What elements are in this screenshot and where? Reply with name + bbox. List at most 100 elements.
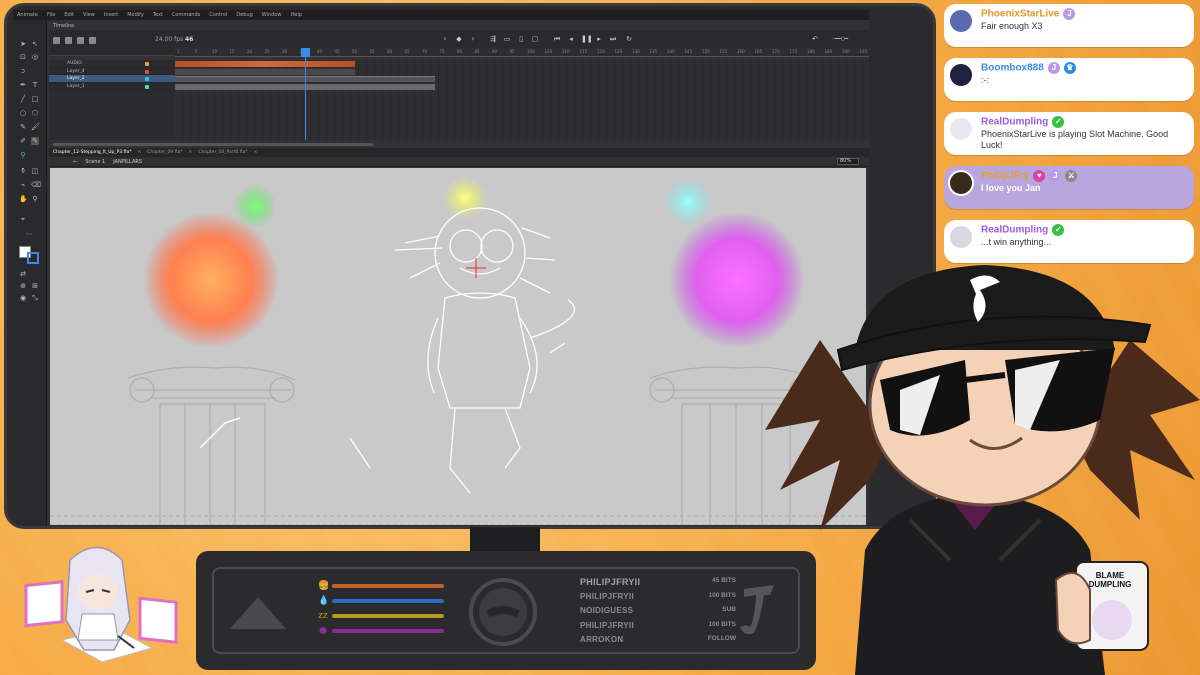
layer-row[interactable]: AUDIO (49, 60, 175, 68)
playhead-line[interactable] (305, 48, 306, 140)
avatar (948, 8, 974, 34)
event-name: PHILIPJFRYII (580, 577, 641, 587)
chat-username: Boombox888 J ♛ (981, 62, 1076, 74)
chat-username-text: Boombox888 (981, 62, 1044, 74)
chat-username-text: PhoenixStarLive (981, 8, 1060, 20)
menu-item[interactable]: View (83, 12, 95, 18)
add-keyframe-icon[interactable]: ◆ (455, 35, 463, 43)
document-tab[interactable]: Chapter_12-Stepping_It_Up_P3.fla* (53, 150, 132, 155)
bone-tool-icon[interactable]: ⚲ (19, 151, 27, 159)
eraser-tool-icon[interactable]: ⌫ (31, 181, 41, 189)
insert-frame-icon[interactable]: ▭ (503, 35, 511, 43)
straighten-icon[interactable]: ⤡ (31, 294, 39, 302)
swap-colors-icon[interactable]: ⇄ (19, 270, 27, 278)
ruler-tick-label: 145 (684, 49, 693, 54)
menu-item[interactable]: Commands (172, 12, 200, 18)
3d-rotation-tool-icon[interactable]: ◎ (31, 53, 39, 61)
menu-item[interactable]: Window (262, 12, 282, 18)
zoom-tool-icon[interactable]: ⚲ (31, 195, 39, 203)
insert-blank-icon[interactable]: ▯ (517, 35, 525, 43)
document-tab[interactable]: Chapter_10_Part6.fla* (198, 150, 247, 155)
camera-tool-icon[interactable]: ⌖ (19, 215, 27, 223)
brush-active-tool-icon[interactable]: ✎ (31, 137, 39, 145)
paintbrush-tool-icon[interactable]: ✐ (19, 137, 27, 145)
layer-row[interactable]: Layer_2 (49, 75, 175, 83)
timeline-ruler[interactable]: 1510152025303540455055606570758085909510… (175, 48, 869, 57)
subselection-tool-icon[interactable]: ↖ (31, 40, 39, 48)
playhead-handle[interactable] (301, 48, 310, 57)
menu-item[interactable]: Text (153, 12, 163, 18)
ruler-tick-label: 60 (387, 49, 393, 54)
oval-tool-icon[interactable]: ○ (19, 109, 27, 117)
menu-item[interactable]: File (47, 12, 55, 18)
step-forward-icon[interactable]: ▸ (595, 35, 603, 43)
scene-bar: ← Scene 1 JANPILLARS 80% (49, 157, 869, 167)
delete-frame-icon[interactable]: ▢ (531, 35, 539, 43)
layer-color-swatch[interactable] (145, 69, 149, 74)
menu-item[interactable]: Debug (236, 12, 252, 18)
layer-color-swatch[interactable] (145, 84, 149, 89)
lasso-tool-icon[interactable]: ↄ (19, 67, 27, 75)
smooth-icon[interactable]: ◉ (19, 294, 27, 302)
menu-item[interactable]: Insert (104, 12, 118, 18)
brush-tool-icon[interactable]: 🖌 (31, 123, 40, 131)
zoom-slider-icon[interactable]: ◦━━○━ (825, 35, 855, 43)
close-tab-icon[interactable]: × (254, 150, 258, 155)
center-frame-icon[interactable] (89, 37, 96, 44)
close-tab-icon[interactable]: × (138, 150, 142, 155)
step-back-icon[interactable]: ◂ (567, 35, 575, 43)
stroke-color-swatch[interactable] (27, 252, 39, 264)
menu-item[interactable]: Edit (64, 12, 74, 18)
eyedropper-tool-icon[interactable]: ⌁ (19, 181, 27, 189)
back-arrow-icon[interactable]: ← (73, 159, 77, 165)
scene-label[interactable]: Scene 1 (85, 159, 105, 165)
tween-icon[interactable]: ⇶ (489, 35, 497, 43)
first-frame-icon[interactable]: ⏮ (553, 35, 561, 43)
menu-item[interactable]: Control (209, 12, 227, 18)
pencil-tool-icon[interactable]: ✎ (19, 123, 27, 131)
camera-layer-icon[interactable] (53, 37, 60, 44)
zoom-field[interactable]: 80% (837, 158, 859, 165)
selection-tool-icon[interactable]: ➤ (19, 40, 27, 48)
symbol-label[interactable]: JANPILLARS (113, 159, 142, 165)
ink-bottle-tool-icon[interactable]: ⚱ (19, 167, 27, 175)
timeline-scrollbar[interactable] (53, 143, 373, 146)
layer-row[interactable]: Layer_4 (49, 68, 175, 75)
prev-keyframe-icon[interactable]: ‹ (441, 35, 449, 43)
document-tab[interactable]: Chapter_09.fla* (147, 150, 182, 155)
layer-row[interactable]: Layer_1 (49, 83, 175, 90)
free-transform-tool-icon[interactable]: ⊡ (19, 53, 27, 61)
frame-rate-display[interactable]: 24.00 fps (155, 36, 183, 43)
more-tools-icon[interactable]: ⋯ (25, 230, 33, 238)
ruler-tick-label: 115 (579, 49, 588, 54)
paint-bucket-tool-icon[interactable]: ◫ (31, 167, 39, 175)
loop-icon[interactable]: ↻ (625, 35, 633, 43)
mountain-logo-icon (230, 597, 286, 629)
menu-item[interactable]: Help (291, 12, 302, 18)
next-keyframe-icon[interactable]: › (469, 35, 477, 43)
menu-item[interactable]: Modify (127, 12, 144, 18)
snap-icon[interactable]: ⊕ (19, 282, 27, 290)
hand-tool-icon[interactable]: ✋ (19, 195, 28, 203)
close-tab-icon[interactable]: × (189, 150, 193, 155)
rectangle-tool-icon[interactable]: □ (31, 95, 39, 103)
layer-color-swatch[interactable] (145, 77, 149, 81)
current-frame-display[interactable]: 46 (185, 36, 193, 43)
last-frame-icon[interactable]: ⏭ (609, 35, 617, 43)
line-tool-icon[interactable]: ╱ (19, 95, 27, 103)
frames-grid[interactable] (175, 60, 869, 140)
polystar-tool-icon[interactable]: ⬡ (31, 109, 39, 117)
pause-icon[interactable]: ❚❚ (581, 35, 593, 43)
layer-color-swatch[interactable] (145, 62, 149, 66)
pen-tool-icon[interactable]: ✒ (19, 81, 27, 89)
layer-depth-icon[interactable] (77, 37, 84, 44)
grid-icon[interactable]: ⊞ (31, 282, 39, 290)
stage-canvas[interactable] (50, 168, 866, 525)
undo-history-icon[interactable]: ↶ (811, 35, 819, 43)
event-name: NOIDIGUESS (580, 606, 634, 615)
menu-item[interactable]: Animate (17, 12, 38, 18)
onion-skin-icon[interactable] (65, 37, 72, 44)
stats-inner-frame: 🍔 💧 zz ● PHILIPJFRYII 45 BITS PHILIPJFRYII 100… (212, 567, 800, 654)
ruler-tick-label: 195 (859, 49, 868, 54)
text-tool-icon[interactable]: T (31, 81, 39, 89)
